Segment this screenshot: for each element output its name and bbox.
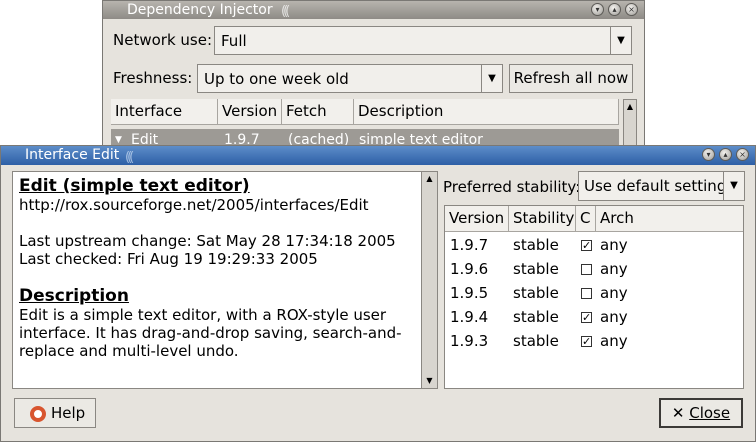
dependency-injector-window: Dependency Injector ((( ▾ ▴ × Network us… [102,0,645,151]
description-line: replace and multi-level undo. [19,342,239,360]
description-heading: Description [19,286,129,306]
edit-window-title: Interface Edit [25,147,120,163]
stability-select[interactable]: Use default setting ▼ [578,171,745,201]
dropdown-arrow-icon: ▼ [610,27,631,54]
col-header-description[interactable]: Description [354,99,619,125]
col-header-version[interactable]: Version [445,206,509,232]
dropdown-arrow-icon: ▼ [723,172,744,200]
freshness-select[interactable]: Up to one week old ▼ [197,64,503,93]
close-button[interactable]: ✕ Close [659,398,743,428]
interface-edit-window: Interface Edit ((( ▾ ▴ × Edit (simple te… [0,145,756,442]
dep-window-title: Dependency Injector [127,2,273,18]
freshness-value: Up to one week old [204,70,349,88]
cached-checkbox[interactable]: ✓ [581,240,592,251]
col-header-arch[interactable]: Arch [596,206,743,232]
arch-cell: any [600,308,628,326]
arch-cell: any [600,236,628,254]
arch-cell: any [600,284,628,302]
help-button[interactable]: Help [14,398,96,428]
stability-cell: stable [513,308,559,326]
arch-cell: any [600,260,628,278]
refresh-all-button[interactable]: Refresh all now [509,64,633,93]
preferred-stability-label: Preferred stability: [443,178,581,196]
lifebuoy-icon [30,406,46,422]
table-row[interactable]: 1.9.6 stable any [445,257,743,281]
version-cell: 1.9.5 [450,284,489,302]
last-checked: Last checked: Fri Aug 19 19:29:33 2005 [19,250,318,268]
version-cell: 1.9.3 [450,332,489,350]
cached-checkbox[interactable] [581,264,592,275]
stability-value: Use default setting [584,177,727,195]
interface-url: http://rox.sourceforge.net/2005/interfac… [19,196,369,214]
maximize-icon[interactable]: ▴ [719,148,732,161]
close-button-label: Close [689,404,731,422]
x-icon: ✕ [671,404,685,422]
stability-cell: stable [513,236,559,254]
col-header-stability[interactable]: Stability [509,206,576,232]
stability-cell: stable [513,332,559,350]
details-scrollbar[interactable]: ▲ ▼ [421,172,437,388]
edit-titlebar[interactable]: Interface Edit ((( ▾ ▴ × [1,146,755,165]
version-cell: 1.9.7 [450,236,489,254]
network-use-label: Network use: [113,31,213,49]
interface-heading: Edit (simple text editor) [19,176,250,196]
details-text: Edit (simple text editor) http://rox.sou… [19,176,415,360]
versions-table: Version Stability C Arch 1.9.7 stable ✓ … [444,205,744,389]
table-row[interactable]: 1.9.7 stable ✓ any [445,233,743,257]
cached-checkbox[interactable]: ✓ [581,312,592,323]
dropdown-arrow-icon: ▼ [481,65,502,92]
dep-scrollbar[interactable]: ▲ [623,99,637,149]
cached-checkbox[interactable]: ✓ [581,336,592,347]
close-icon[interactable]: × [736,148,749,161]
version-cell: 1.9.4 [450,308,489,326]
version-cell: 1.9.6 [450,260,489,278]
details-pane: Edit (simple text editor) http://rox.sou… [12,171,438,389]
cached-checkbox[interactable] [581,288,592,299]
col-header-c[interactable]: C [576,206,596,232]
stability-cell: stable [513,284,559,302]
freshness-label: Freshness: [113,69,193,87]
table-row[interactable]: 1.9.4 stable ✓ any [445,305,743,329]
col-header-version[interactable]: Version [218,99,282,125]
description-line: Edit is a simple text editor, with a ROX… [19,306,387,324]
titlebar-grip-icon: ((( [281,4,290,19]
titlebar-grip-icon: ((( [125,150,134,165]
scroll-down-icon[interactable]: ▼ [422,374,437,388]
network-use-value: Full [221,32,247,50]
network-use-select[interactable]: Full ▼ [214,26,632,55]
maximize-icon[interactable]: ▴ [608,3,621,16]
last-upstream-change: Last upstream change: Sat May 28 17:34:1… [19,232,396,250]
minimize-icon[interactable]: ▾ [591,3,604,16]
minimize-icon[interactable]: ▾ [702,148,715,161]
table-row[interactable]: 1.9.5 stable any [445,281,743,305]
table-row[interactable]: 1.9.3 stable ✓ any [445,329,743,353]
description-line: interface. It has drag-and-drop saving, … [19,324,402,342]
col-header-fetch[interactable]: Fetch [282,99,354,125]
scroll-up-icon[interactable]: ▲ [624,100,636,114]
dep-titlebar[interactable]: Dependency Injector ((( ▾ ▴ × [103,1,644,19]
close-icon[interactable]: × [625,3,638,16]
scroll-up-icon[interactable]: ▲ [422,172,437,186]
help-button-label: Help [51,404,86,422]
arch-cell: any [600,332,628,350]
stability-cell: stable [513,260,559,278]
col-header-interface[interactable]: Interface [111,99,218,125]
